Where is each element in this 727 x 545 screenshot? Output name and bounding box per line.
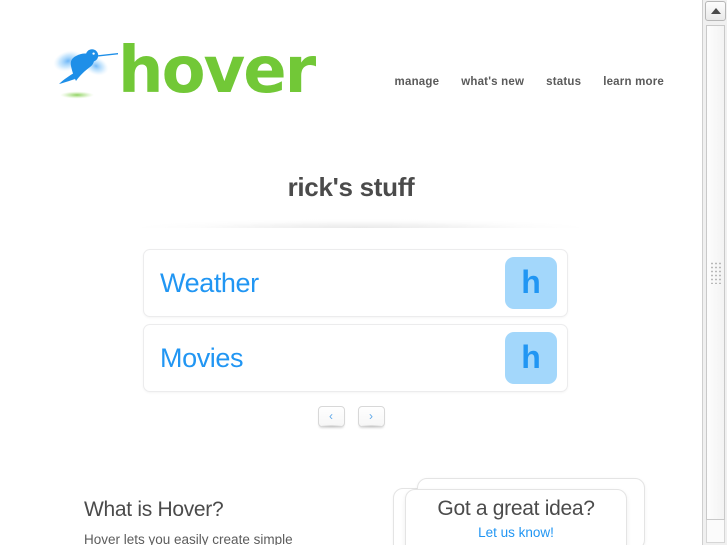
page-viewport: hover manage what's new status learn mor… (0, 0, 702, 545)
list-item[interactable]: Movies h (143, 324, 568, 392)
scrollbar-grip-icon (710, 261, 721, 284)
previous-page-button[interactable]: ‹ (317, 406, 345, 430)
scroll-up-arrow-icon (710, 8, 721, 14)
logo-wordmark: hover (118, 34, 316, 108)
scrollbar-thumb[interactable] (706, 25, 725, 520)
chevron-left-icon: ‹ (329, 409, 333, 423)
scroll-up-button[interactable] (705, 1, 726, 21)
about-body-text: Hover lets you easily create simple (84, 532, 293, 545)
site-logo[interactable]: hover (52, 34, 316, 108)
pagination: ‹ › (0, 406, 702, 430)
main-nav: manage what's new status learn more (395, 76, 664, 88)
site-header: hover manage what's new status learn mor… (0, 0, 702, 130)
nav-item-manage[interactable]: manage (395, 76, 440, 88)
vertical-scrollbar[interactable] (702, 0, 727, 545)
idea-card-title: Got a great idea? (437, 497, 595, 520)
page-title: rick's stuff (287, 172, 415, 202)
section-divider-shadow (133, 214, 588, 228)
stuff-list: Weather h Movies h (143, 249, 568, 399)
about-heading: What is Hover? (84, 498, 224, 521)
list-item-label: Weather (160, 267, 259, 298)
hover-badge-icon[interactable]: h (505, 332, 557, 384)
nav-item-learn-more[interactable]: learn more (603, 76, 664, 88)
chevron-right-icon: › (369, 409, 373, 423)
next-page-button[interactable]: › (357, 406, 385, 430)
idea-card-stack: Got a great idea? Let us know! (393, 470, 655, 545)
hover-badge-icon[interactable]: h (505, 257, 557, 309)
nav-item-whats-new[interactable]: what's new (461, 76, 524, 88)
list-item-label: Movies (160, 342, 244, 373)
list-item[interactable]: Weather h (143, 249, 568, 317)
about-section: What is Hover? Hover lets you easily cre… (84, 498, 404, 545)
nav-item-status[interactable]: status (546, 76, 581, 88)
browser-page: hover manage what's new status learn mor… (0, 0, 727, 545)
let-us-know-link[interactable]: Let us know! (478, 525, 554, 540)
idea-card-front[interactable]: Got a great idea? Let us know! (405, 489, 627, 545)
hummingbird-icon (53, 49, 118, 99)
